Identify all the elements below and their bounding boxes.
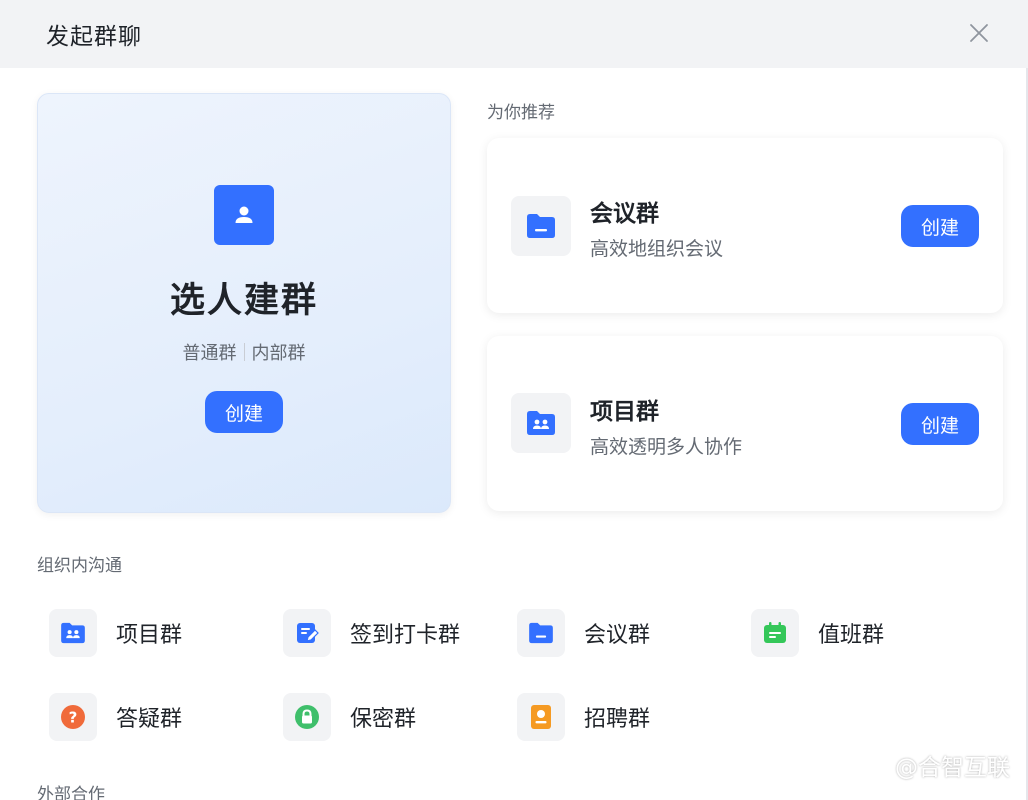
- folder-icon: [517, 609, 565, 657]
- grid-item-project-group[interactable]: 项目群: [49, 609, 182, 657]
- close-icon: [970, 24, 988, 42]
- dialog-header: 发起群聊: [0, 0, 1028, 68]
- recommend-desc: 高效地组织会议: [590, 238, 724, 260]
- grid-item-label: 保密群: [350, 707, 417, 732]
- external-section-label: 外部合作: [37, 785, 105, 800]
- recommend-label: 为你推荐: [487, 103, 555, 123]
- close-button[interactable]: [966, 20, 992, 46]
- create-project-group-button[interactable]: 创建: [901, 403, 979, 445]
- recommend-card-project[interactable]: 项目群 高效透明多人协作 创建: [487, 336, 1003, 511]
- calendar-icon: [751, 609, 799, 657]
- group-type-internal: 内部群: [251, 343, 306, 364]
- grid-item-recruit-group[interactable]: 招聘群: [517, 693, 650, 741]
- recommend-title: 会议群: [590, 201, 659, 227]
- grid-item-label: 招聘群: [584, 707, 651, 732]
- folder-team-icon: [511, 393, 571, 453]
- grid-item-secret-group[interactable]: 保密群: [283, 693, 416, 741]
- select-people-card[interactable]: 选人建群 普通群 内部群 创建: [37, 93, 451, 513]
- create-meeting-group-button[interactable]: 创建: [901, 205, 979, 247]
- dialog-title: 发起群聊: [46, 24, 142, 50]
- internal-section-label: 组织内沟通: [37, 556, 122, 576]
- checkin-edit-icon: [283, 609, 331, 657]
- recommend-desc: 高效透明多人协作: [590, 436, 743, 458]
- paw-icon: [868, 754, 892, 775]
- select-people-subtitle: 普通群 内部群: [183, 339, 306, 365]
- grid-item-duty-group[interactable]: 值班群: [751, 609, 884, 657]
- svg-text:?: ?: [69, 709, 78, 727]
- grid-item-label: 项目群: [116, 623, 183, 648]
- folder-icon: [511, 196, 571, 256]
- recruit-icon: [517, 693, 565, 741]
- create-select-people-button[interactable]: 创建: [205, 391, 283, 433]
- recommend-title: 项目群: [590, 399, 659, 425]
- grid-item-label: 会议群: [584, 623, 651, 648]
- grid-item-meeting-group[interactable]: 会议群: [517, 609, 650, 657]
- grid-item-qa-group[interactable]: ? 答疑群: [49, 693, 182, 741]
- group-type-normal: 普通群: [182, 343, 237, 364]
- watermark: @合智互联: [867, 748, 1010, 782]
- folder-team-icon: [49, 609, 97, 657]
- grid-item-label: 值班群: [818, 623, 885, 648]
- lock-icon: [283, 693, 331, 741]
- watermark-text: @合智互联: [895, 755, 1010, 781]
- person-icon: [214, 185, 274, 245]
- recommend-card-meeting[interactable]: 会议群 高效地组织会议 创建: [487, 138, 1003, 313]
- grid-item-checkin-group[interactable]: 签到打卡群: [283, 609, 460, 657]
- grid-item-label: 答疑群: [116, 707, 183, 732]
- grid-item-label: 签到打卡群: [350, 623, 461, 648]
- select-people-title: 选人建群: [169, 281, 318, 321]
- divider: [243, 343, 245, 361]
- question-icon: ?: [49, 693, 97, 741]
